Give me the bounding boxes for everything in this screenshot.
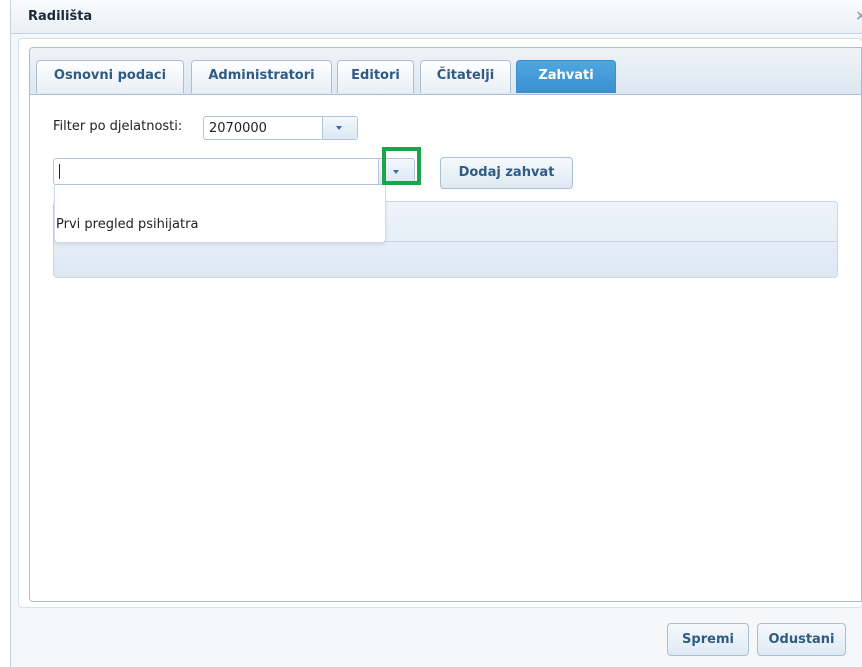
close-icon[interactable]: × [855,8,862,24]
tab-panel: Osnovni podaci Administratori Editori Či… [29,47,862,602]
filter-label: Filter po djelatnosti: [53,119,183,134]
tab-editori[interactable]: Editori [337,60,414,93]
dropdown-item[interactable]: Prvi pregled psihijatra [55,213,385,237]
save-button[interactable]: Spremi [667,623,749,656]
procedure-dropdown-list: Prvi pregled psihijatra [54,185,386,243]
tab-strip: Osnovni podaci Administratori Editori Či… [30,48,861,95]
radilista-dialog: Radilišta × Osnovni podaci Administrator… [10,0,862,667]
dialog-titlebar[interactable]: Radilišta × [11,0,862,34]
text-caret [59,164,60,179]
chevron-down-icon [336,126,342,130]
tab-zahvati[interactable]: Zahvati [516,60,616,93]
add-procedure-button[interactable]: Dodaj zahvat [440,157,573,189]
filter-djelatnost-combo[interactable]: 2070000 [203,116,358,140]
dialog-body: Osnovni podaci Administratori Editori Či… [18,38,862,608]
tab-osnovni-podaci[interactable]: Osnovni podaci [36,60,184,93]
dialog-title: Radilišta [28,9,93,24]
cancel-button[interactable]: Odustani [757,623,846,656]
tab-administratori[interactable]: Administratori [191,60,332,93]
filter-value[interactable]: 2070000 [209,121,267,136]
procedure-input[interactable] [58,162,382,182]
tab-citatelji[interactable]: Čitatelji [420,60,511,93]
trigger-highlight-box [382,147,421,185]
procedure-combo[interactable] [53,158,415,185]
filter-combo-trigger[interactable] [322,117,357,139]
